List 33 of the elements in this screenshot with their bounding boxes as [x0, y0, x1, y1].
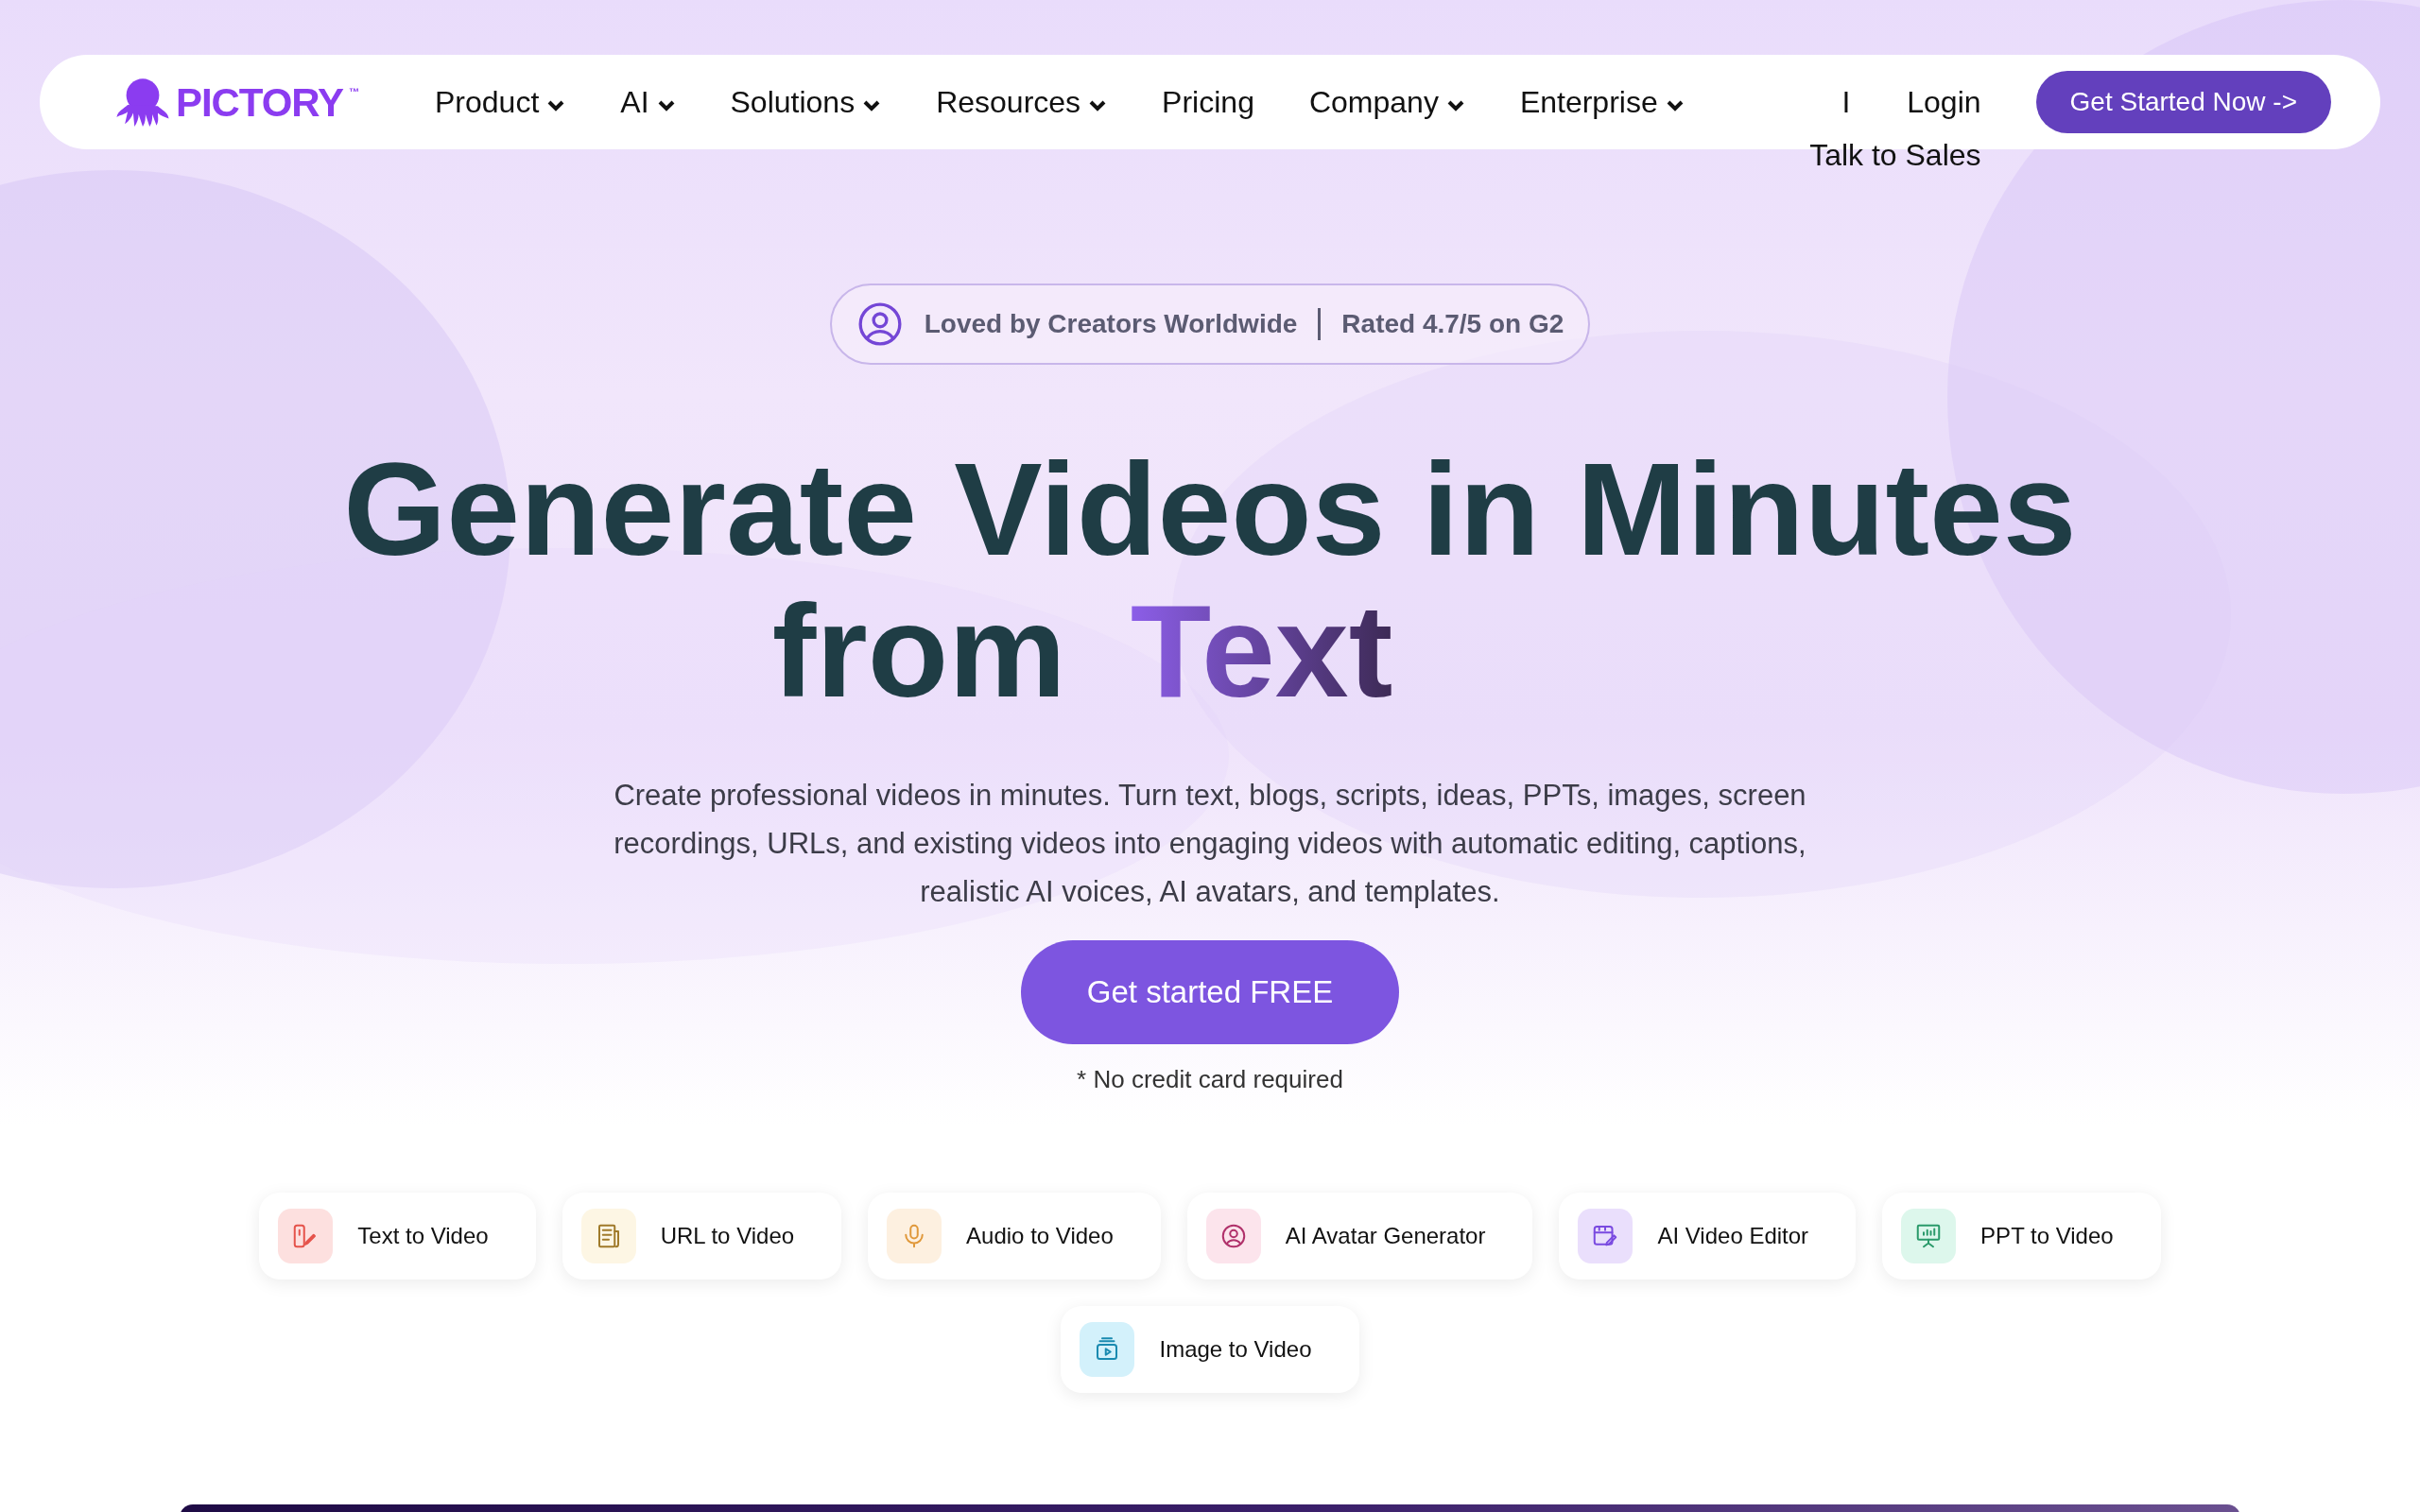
- chevron-down-icon: [862, 99, 882, 112]
- chevron-down-icon: [546, 99, 566, 112]
- chevron-down-icon: [1445, 99, 1465, 112]
- get-started-free-button[interactable]: Get started FREE: [1021, 940, 1399, 1044]
- feature-chip[interactable]: AI Video Editor: [1559, 1193, 1857, 1280]
- trademark-text: ™: [349, 84, 359, 99]
- hero-title: Generate Videos in Minutes: [343, 438, 2077, 580]
- hero-description: Create professional videos in minutes. Turn text, blogs, scripts, ideas, PPTs, images, screen recordings, URLs, and existing videos into engaging videos with automatic editing, captions, realistic AI voices, AI avatars, and templates.: [613, 778, 1807, 910]
- hero-title: from: [771, 580, 1066, 722]
- feature-chip[interactable]: Audio to Video: [868, 1193, 1161, 1280]
- no-credit-card-note: * No credit card required: [1077, 1064, 1343, 1095]
- chevron-down-icon: [656, 99, 676, 112]
- rating-text: Rated 4.7/5 on G2: [1341, 308, 1564, 340]
- get-started-button[interactable]: Get Started Now ->: [2035, 71, 2331, 133]
- nav-link[interactable]: Pricing: [1162, 79, 1254, 125]
- talk-to-sales-link[interactable]: Talk to Sales: [1809, 132, 1981, 178]
- separator-text: I: [1841, 84, 1851, 121]
- nav-link[interactable]: Company: [1308, 79, 1465, 125]
- login-link[interactable]: Login: [1907, 79, 1981, 125]
- chevron-down-icon: [1088, 99, 1108, 112]
- nav-link[interactable]: AI: [620, 79, 676, 125]
- feature-chip[interactable]: Image to Video: [1061, 1306, 1359, 1393]
- chevron-down-icon: [1665, 99, 1685, 112]
- nav-link[interactable]: Solutions: [730, 79, 882, 125]
- feature-chip[interactable]: URL to Video: [562, 1193, 842, 1280]
- feature-chip[interactable]: AI Avatar Generator: [1186, 1193, 1533, 1280]
- nav-link[interactable]: Product: [435, 79, 566, 125]
- logo-text: PICTORY: [176, 78, 343, 127]
- nav-link[interactable]: Resources: [936, 79, 1108, 125]
- nav-link[interactable]: Enterprise: [1519, 79, 1685, 125]
- badge-text: Loved by Creators Worldwide: [924, 308, 1298, 340]
- feature-chip[interactable]: Text to Video: [259, 1193, 536, 1280]
- feature-chip[interactable]: PPT to Video: [1882, 1193, 2161, 1280]
